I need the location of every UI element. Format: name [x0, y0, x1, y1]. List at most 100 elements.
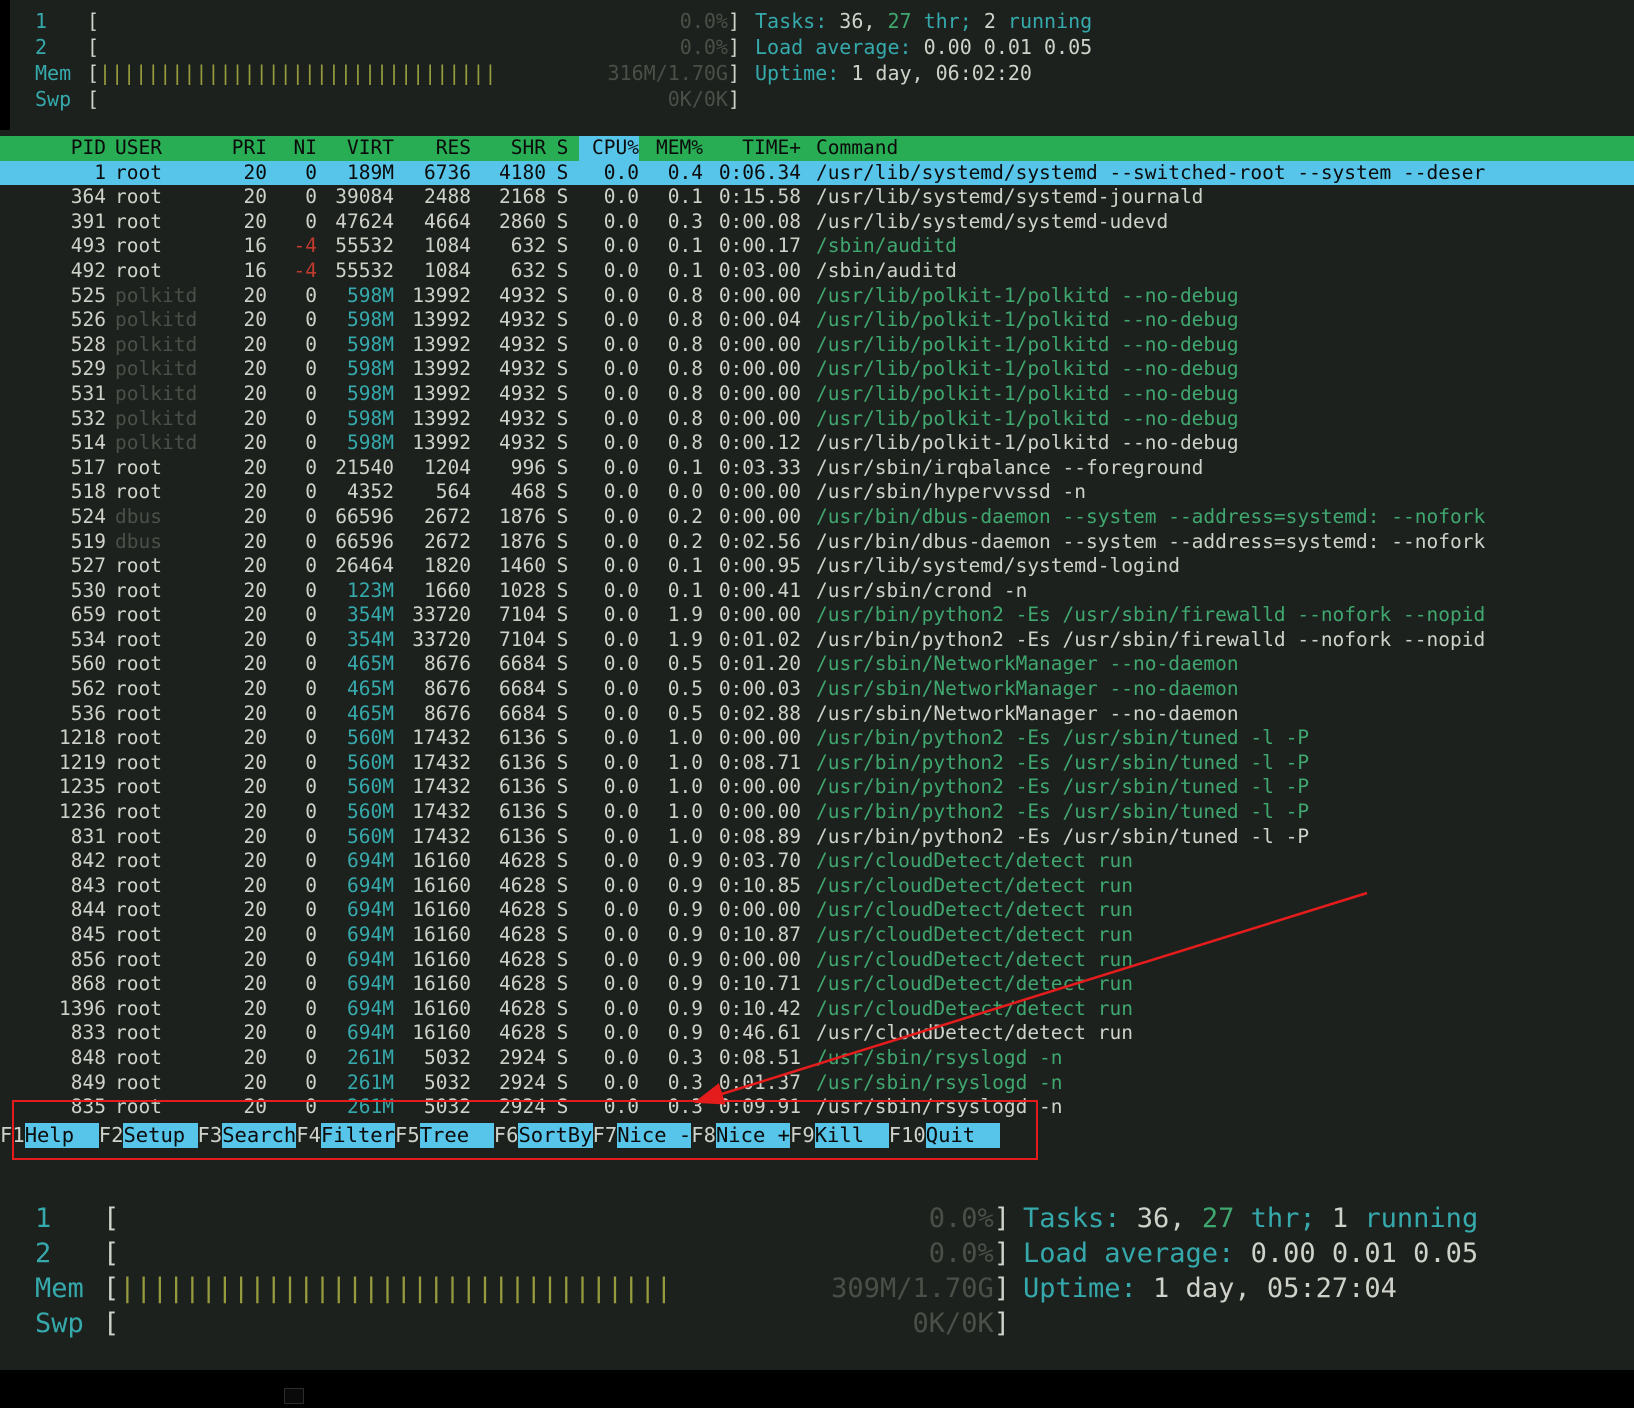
fn-f9-kill[interactable]: F9Kill — [790, 1123, 889, 1148]
cell-cmd: /usr/sbin/NetworkManager --no-daemon — [816, 702, 1634, 727]
column-header-command[interactable]: Command — [816, 136, 1634, 161]
cell-s: S — [546, 234, 579, 259]
table-row[interactable]: 492root16-4555321084632S0.00.10:03.00/sb… — [0, 259, 1634, 284]
cpu1-label: 1 — [35, 8, 87, 34]
cell-shr: 2924 — [471, 1095, 546, 1120]
fn-f10-quit[interactable]: F10Quit — [889, 1123, 1000, 1148]
fn-f2-setup[interactable]: F2Setup — [99, 1123, 198, 1148]
column-header-res[interactable]: RES — [394, 136, 471, 161]
fn-f6-sortby[interactable]: F6SortBy — [494, 1123, 593, 1148]
cell-res: 13992 — [394, 382, 471, 407]
table-row[interactable]: 493root16-4555321084632S0.00.10:00.17/sb… — [0, 234, 1634, 259]
table-row[interactable]: 526polkitd200598M139924932S0.00.80:00.04… — [0, 308, 1634, 333]
column-header-shr[interactable]: SHR — [471, 136, 546, 161]
cell-cpu: 0.0 — [579, 702, 639, 727]
column-header-pri[interactable]: PRI — [227, 136, 267, 161]
fn-action-label: Help — [25, 1123, 99, 1148]
table-row[interactable]: 532polkitd200598M139924932S0.00.80:00.00… — [0, 407, 1634, 432]
table-row[interactable]: 514polkitd200598M139924932S0.00.80:00.12… — [0, 431, 1634, 456]
column-header-ni[interactable]: NI — [267, 136, 317, 161]
cell-user: root — [115, 1095, 227, 1120]
fn-f8-nice-+[interactable]: F8Nice + — [691, 1123, 790, 1148]
cell-cpu: 0.0 — [579, 972, 639, 997]
table-row[interactable]: 536root200465M86766684S0.00.50:02.88/usr… — [0, 702, 1634, 727]
table-row[interactable]: 534root200354M337207104S0.01.90:01.02/us… — [0, 628, 1634, 653]
table-row[interactable]: 364root2003908424882168S0.00.10:15.58/us… — [0, 185, 1634, 210]
cell-shr: 468 — [471, 480, 546, 505]
column-header-pid[interactable]: PID — [0, 136, 106, 161]
table-row[interactable]: 1236root200560M174326136S0.01.00:00.00/u… — [0, 800, 1634, 825]
table-row[interactable]: 519dbus2006659626721876S0.00.20:02.56/us… — [0, 530, 1634, 555]
cell-cpu: 0.0 — [579, 505, 639, 530]
table-row[interactable]: 530root200123M16601028S0.00.10:00.41/usr… — [0, 579, 1634, 604]
table-row[interactable]: 560root200465M86766684S0.00.50:01.20/usr… — [0, 652, 1634, 677]
fn-f3-search[interactable]: F3Search — [198, 1123, 297, 1148]
fn-f1-help[interactable]: F1Help — [0, 1123, 99, 1148]
cell-cmd: /usr/cloudDetect/detect run — [816, 972, 1634, 997]
column-header-time[interactable]: TIME+ — [703, 136, 801, 161]
cell-mem: 0.4 — [639, 161, 703, 186]
cell-ni: 0 — [267, 702, 317, 727]
table-row[interactable]: 845root200694M161604628S0.00.90:10.87/us… — [0, 923, 1634, 948]
table-row[interactable]: 833root200694M161604628S0.00.90:46.61/us… — [0, 1021, 1634, 1046]
column-header-cpu-sorted[interactable]: CPU% — [579, 136, 639, 161]
table-row[interactable]: 1218root200560M174326136S0.01.00:00.00/u… — [0, 726, 1634, 751]
table-row[interactable]: 844root200694M161604628S0.00.90:00.00/us… — [0, 898, 1634, 923]
table-row[interactable]: 835root200261M50322924S0.00.30:09.91/usr… — [0, 1095, 1634, 1120]
table-row[interactable]: 527root2002646418201460S0.00.10:00.95/us… — [0, 554, 1634, 579]
cell-pri: 20 — [227, 825, 267, 850]
cell-mem: 0.1 — [639, 234, 703, 259]
table-row[interactable]: 517root200215401204996S0.00.10:03.33/usr… — [0, 456, 1634, 481]
table-row[interactable]: 562root200465M86766684S0.00.50:00.03/usr… — [0, 677, 1634, 702]
cell-mem: 0.8 — [639, 333, 703, 358]
table-row[interactable]: 391root2004762446642860S0.00.30:00.08/us… — [0, 210, 1634, 235]
table-row[interactable]: 518root2004352564468S0.00.00:00.00/usr/s… — [0, 480, 1634, 505]
table-row[interactable]: 849root200261M50322924S0.00.30:01.37/usr… — [0, 1071, 1634, 1096]
table-row-selected[interactable]: 1root200189M67364180S0.00.40:06.34/usr/l… — [0, 161, 1634, 186]
column-header-state[interactable]: S — [546, 136, 579, 161]
table-row[interactable]: 1396root200694M161604628S0.00.90:10.42/u… — [0, 997, 1634, 1022]
cell-virt: 354M — [317, 603, 394, 628]
fn-f5-tree[interactable]: F5Tree — [395, 1123, 494, 1148]
cpu1-label: 1 — [35, 1201, 103, 1236]
table-row[interactable]: 1219root200560M174326136S0.01.00:08.71/u… — [0, 751, 1634, 776]
cell-user: root — [115, 652, 227, 677]
cell-virt: 560M — [317, 726, 394, 751]
table-row[interactable]: 843root200694M161604628S0.00.90:10.85/us… — [0, 874, 1634, 899]
table-row[interactable]: 529polkitd200598M139924932S0.00.80:00.00… — [0, 357, 1634, 382]
process-table: PID USER PRI NI VIRT RES SHR S CPU% MEM%… — [0, 136, 1634, 1120]
table-row[interactable]: 659root200354M337207104S0.01.90:00.00/us… — [0, 603, 1634, 628]
cell-ni: 0 — [267, 825, 317, 850]
table-row[interactable]: 856root200694M161604628S0.00.90:00.00/us… — [0, 948, 1634, 973]
cpu2-value: 0.0% — [929, 1236, 994, 1271]
cell-virt: 465M — [317, 677, 394, 702]
table-row[interactable]: 842root200694M161604628S0.00.90:03.70/us… — [0, 849, 1634, 874]
column-header-mem[interactable]: MEM% — [639, 136, 703, 161]
table-row[interactable]: 525polkitd200598M139924932S0.00.80:00.00… — [0, 284, 1634, 309]
cell-s: S — [546, 702, 579, 727]
table-row[interactable]: 868root200694M161604628S0.00.90:10.71/us… — [0, 972, 1634, 997]
cell-shr: 6136 — [471, 751, 546, 776]
cell-s: S — [546, 308, 579, 333]
table-row[interactable]: 1235root200560M174326136S0.01.00:00.00/u… — [0, 775, 1634, 800]
cell-user: root — [115, 775, 227, 800]
column-header-virt[interactable]: VIRT — [317, 136, 394, 161]
cell-virt: 66596 — [317, 505, 394, 530]
table-row[interactable]: 831root200560M174326136S0.01.00:08.89/us… — [0, 825, 1634, 850]
cell-user: polkitd — [115, 431, 227, 456]
cell-cpu: 0.0 — [579, 308, 639, 333]
uptime-label: Uptime: — [755, 61, 851, 85]
fn-f7-nice--[interactable]: F7Nice - — [593, 1123, 692, 1148]
table-row[interactable]: 528polkitd200598M139924932S0.00.80:00.00… — [0, 333, 1634, 358]
cell-cmd: /usr/cloudDetect/detect run — [816, 997, 1634, 1022]
cell-cpu: 0.0 — [579, 1071, 639, 1096]
table-row[interactable]: 848root200261M50322924S0.00.30:08.51/usr… — [0, 1046, 1634, 1071]
fn-f4-filter[interactable]: F4Filter — [296, 1123, 395, 1148]
column-header-user[interactable]: USER — [115, 136, 227, 161]
cell-cmd: /usr/bin/python2 -Es /usr/sbin/firewalld… — [816, 628, 1634, 653]
cell-time: 0:00.00 — [703, 333, 801, 358]
bracket-close: ] — [728, 60, 740, 86]
table-row[interactable]: 524dbus2006659626721876S0.00.20:00.00/us… — [0, 505, 1634, 530]
cell-pid: 364 — [0, 185, 106, 210]
table-row[interactable]: 531polkitd200598M139924932S0.00.80:00.00… — [0, 382, 1634, 407]
